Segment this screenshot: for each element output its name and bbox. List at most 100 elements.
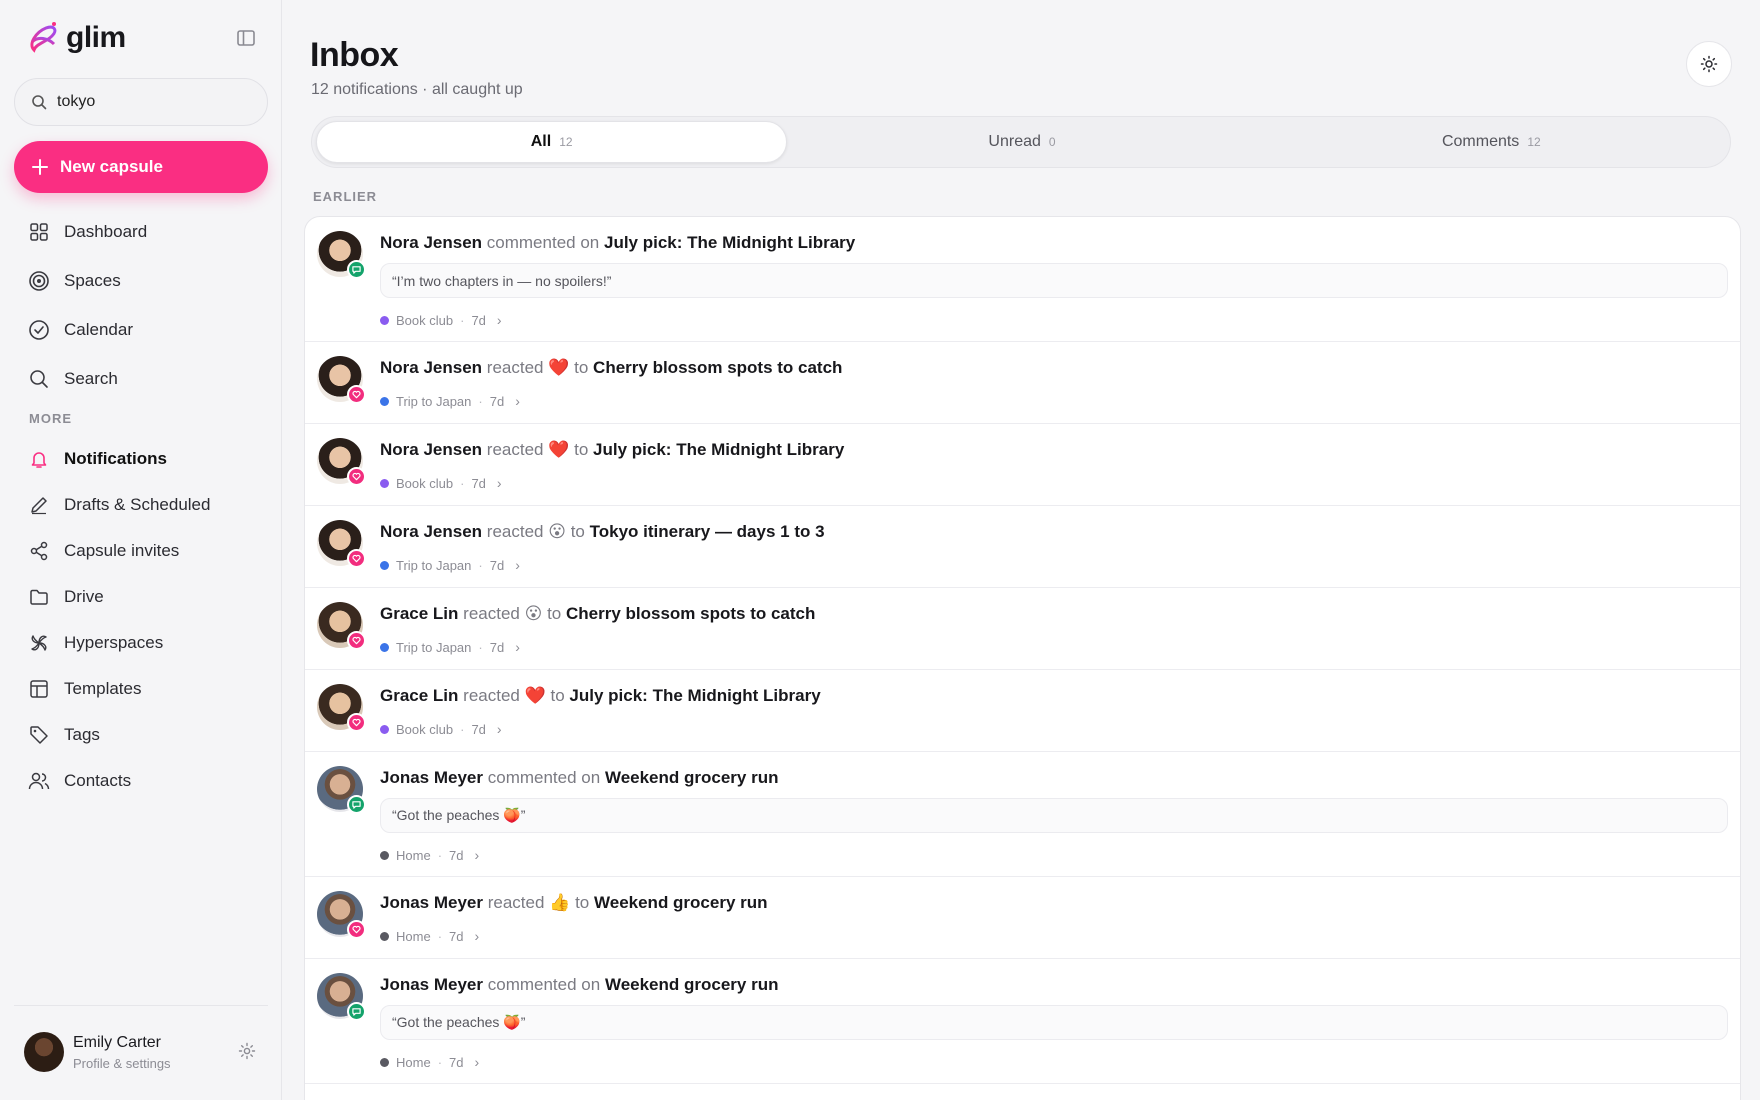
space-name[interactable]: Book club xyxy=(396,722,453,737)
section-label-earlier: EARLIER xyxy=(313,189,378,204)
notification-item[interactable]: Nora Jensen reacted ❤️ to Cherry blossom… xyxy=(305,342,1740,424)
notification-item[interactable]: Nora Jensen reacted 😮 to Tokyo itinerary… xyxy=(305,506,1740,588)
theme-toggle-button[interactable] xyxy=(1686,41,1732,87)
nav-item-hyperspaces[interactable]: Hyperspaces xyxy=(14,620,268,666)
capsule-title[interactable]: Weekend grocery run xyxy=(605,768,779,787)
chevron-right-icon[interactable]: › xyxy=(475,847,480,863)
new-capsule-button[interactable]: New capsule xyxy=(14,141,268,193)
sidebar-toggle-button[interactable] xyxy=(236,28,258,50)
nav-item-notifications[interactable]: Notifications xyxy=(14,436,268,482)
space-name[interactable]: Home xyxy=(396,1055,431,1070)
capsule-title[interactable]: Tokyo itinerary — days 1 to 3 xyxy=(590,522,825,541)
space-name[interactable]: Home xyxy=(396,848,431,863)
tab-label: All xyxy=(530,133,552,150)
actor-name[interactable]: Grace Lin xyxy=(380,604,458,623)
pen-icon xyxy=(28,494,50,516)
nav-label: Calendar xyxy=(64,319,133,339)
connector-word: on xyxy=(581,975,601,994)
notification-text: Grace Lin reacted ❤️ to July pick: The M… xyxy=(380,686,821,706)
space-name[interactable]: Home xyxy=(396,929,431,944)
notification-text: Nora Jensen reacted 😮 to Tokyo itinerary… xyxy=(380,522,825,542)
notification-item[interactable]: Nora Jensen reacted ❤️ to July pick: The… xyxy=(305,424,1740,506)
action-verb: reacted xyxy=(486,522,544,541)
notification-item[interactable]: Jonas Meyer reacted 👍 to Weekend grocery… xyxy=(305,877,1740,959)
nav-item-dashboard[interactable]: Dashboard xyxy=(14,208,268,256)
nav-item-drive[interactable]: Drive xyxy=(14,574,268,620)
action-verb: commented xyxy=(487,975,577,994)
check-circle-icon xyxy=(28,319,50,341)
chevron-right-icon[interactable]: › xyxy=(497,721,502,737)
chevron-right-icon[interactable]: › xyxy=(497,475,502,491)
capsule-title[interactable]: Weekend grocery run xyxy=(605,975,779,994)
pinwheel-icon xyxy=(28,632,50,654)
actor-name[interactable]: Nora Jensen xyxy=(380,522,482,541)
reaction-emoji: ❤️ xyxy=(524,686,546,705)
actor-name[interactable]: Grace Lin xyxy=(380,686,458,705)
notification-item[interactable]: Jonas Meyer commented on Weekend grocery… xyxy=(305,752,1740,877)
settings-icon[interactable] xyxy=(238,1042,256,1060)
nav-item-contacts[interactable]: Contacts xyxy=(14,758,268,804)
chevron-right-icon[interactable]: › xyxy=(515,639,520,655)
capsule-title[interactable]: July pick: The Midnight Library xyxy=(604,233,855,252)
comment-badge-icon xyxy=(347,1002,366,1021)
space-name[interactable]: Trip to Japan xyxy=(396,558,471,573)
tab-comments[interactable]: Comments 12 xyxy=(1257,121,1726,163)
sidebar-search[interactable] xyxy=(14,78,268,126)
nav-item-calendar[interactable]: Calendar xyxy=(14,305,268,354)
nav-item-spaces[interactable]: Spaces xyxy=(14,256,268,305)
notification-meta: Book club · 7d › xyxy=(380,312,502,328)
capsule-title[interactable]: Cherry blossom spots to catch xyxy=(566,604,815,623)
nav-item-templates[interactable]: Templates xyxy=(14,666,268,712)
notification-item[interactable]: Jonas Meyer commented on Weekend grocery… xyxy=(305,959,1740,1084)
inbox-tabs: All 12 Unread 0 Comments 12 xyxy=(311,116,1731,168)
chevron-right-icon[interactable]: › xyxy=(475,928,480,944)
bell-icon xyxy=(28,448,50,470)
new-capsule-label: New capsule xyxy=(60,157,163,176)
search-icon xyxy=(32,95,47,110)
space-name[interactable]: Trip to Japan xyxy=(396,640,471,655)
nav-item-capsule-invites[interactable]: Capsule invites xyxy=(14,528,268,574)
tab-all[interactable]: All 12 xyxy=(316,121,788,163)
capsule-title[interactable]: July pick: The Midnight Library xyxy=(593,440,844,459)
chevron-right-icon[interactable]: › xyxy=(515,393,520,409)
space-color-dot xyxy=(380,396,389,406)
actor-name[interactable]: Jonas Meyer xyxy=(380,975,483,994)
nav-item-search[interactable]: Search xyxy=(14,354,268,403)
actor-name[interactable]: Nora Jensen xyxy=(380,440,482,459)
actor-name[interactable]: Jonas Meyer xyxy=(380,768,483,787)
space-name[interactable]: Trip to Japan xyxy=(396,394,471,409)
nav-label: Drafts & Scheduled xyxy=(64,495,211,514)
space-name[interactable]: Book club xyxy=(396,313,453,328)
actor-name[interactable]: Jonas Meyer xyxy=(380,893,483,912)
profile-card[interactable]: Emily Carter Profile & settings xyxy=(14,1005,268,1095)
heart-badge-icon xyxy=(347,549,366,568)
chevron-right-icon[interactable]: › xyxy=(475,1054,480,1070)
space-name[interactable]: Book club xyxy=(396,476,453,491)
chevron-right-icon[interactable]: › xyxy=(515,557,520,573)
nav-label: Search xyxy=(64,368,118,388)
notification-item[interactable]: Nora Jensen commented on July pick: The … xyxy=(305,217,1740,342)
actor-name[interactable]: Nora Jensen xyxy=(380,358,482,377)
time-ago: 7d xyxy=(471,475,486,491)
notification-item[interactable]: Grace Lin reacted 😮 to Cherry blossom sp… xyxy=(305,588,1740,670)
users-icon xyxy=(28,770,50,792)
notification-meta: Book club · 7d › xyxy=(380,721,502,737)
profile-name: Emily Carter xyxy=(73,1034,162,1051)
actor-name[interactable]: Nora Jensen xyxy=(380,233,482,252)
capsule-title[interactable]: Cherry blossom spots to catch xyxy=(593,358,842,377)
nav-item-tags[interactable]: Tags xyxy=(14,712,268,758)
capsule-title[interactable]: Weekend grocery run xyxy=(594,893,768,912)
notification-item[interactable]: Grace Lin reacted ❤️ to July pick: The M… xyxy=(305,670,1740,752)
space-color-dot xyxy=(380,1057,389,1067)
chevron-right-icon[interactable]: › xyxy=(497,312,502,328)
connector-word: on xyxy=(581,768,601,787)
tab-label: Unread xyxy=(988,133,1041,150)
sidebar-panel-icon xyxy=(237,30,255,46)
nav-item-drafts[interactable]: Drafts & Scheduled xyxy=(14,482,268,528)
capsule-title[interactable]: July pick: The Midnight Library xyxy=(569,686,820,705)
search-input[interactable] xyxy=(57,93,237,111)
app-logo[interactable]: glim xyxy=(26,18,126,58)
sidebar: glim New capsule Dashboard Spaces Calend… xyxy=(0,0,282,1100)
tab-unread[interactable]: Unread 0 xyxy=(787,121,1256,163)
primary-nav: Dashboard Spaces Calendar Search xyxy=(14,208,268,403)
